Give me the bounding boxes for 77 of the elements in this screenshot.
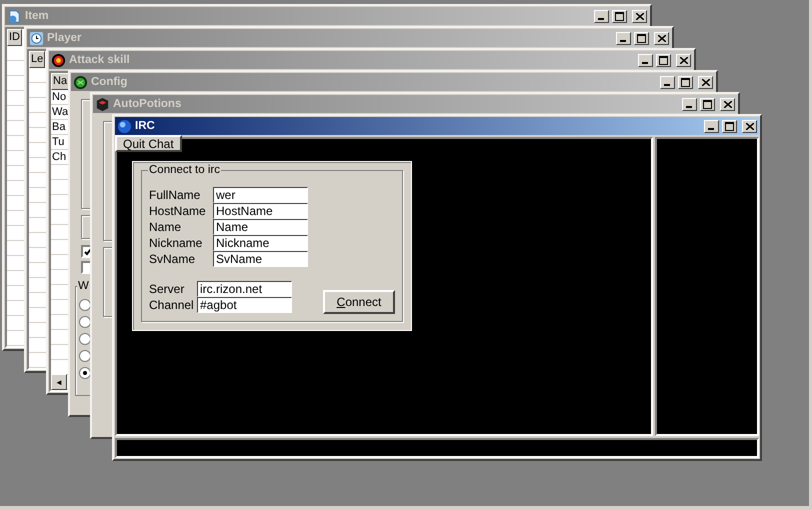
- list-item[interactable]: No: [51, 90, 66, 105]
- window-title: IRC: [135, 120, 156, 132]
- maximize-button[interactable]: [700, 98, 715, 110]
- message-input[interactable]: [115, 438, 759, 458]
- text-field[interactable]: #agbot: [197, 297, 292, 313]
- maximize-icon: [615, 12, 624, 20]
- group-label: W: [77, 280, 90, 292]
- connect-button[interactable]: Connect: [323, 290, 395, 314]
- close-icon: [680, 56, 688, 64]
- close-button[interactable]: [720, 98, 735, 110]
- text-field[interactable]: wer: [213, 187, 308, 203]
- column-header[interactable]: Na: [51, 73, 70, 90]
- maximize-icon: [703, 100, 712, 108]
- close-button[interactable]: [742, 120, 757, 132]
- minimize-button[interactable]: [638, 54, 653, 66]
- scroll-left-button[interactable]: ◄: [51, 374, 67, 390]
- list-item[interactable]: Tu: [51, 135, 64, 150]
- radio-button[interactable]: [79, 350, 91, 362]
- window-title: AutoPotions: [113, 98, 182, 110]
- list-item[interactable]: Ba: [51, 120, 66, 135]
- field-label: Channel: [149, 298, 195, 312]
- close-icon: [724, 100, 732, 108]
- window-title: Item: [25, 10, 50, 22]
- text-field[interactable]: Name: [213, 219, 308, 235]
- field-label: FullName: [149, 188, 202, 202]
- column-header[interactable]: ID: [7, 29, 22, 46]
- close-button[interactable]: [676, 54, 691, 66]
- target-icon: [51, 52, 66, 68]
- radio-button[interactable]: [79, 316, 91, 328]
- maximize-button[interactable]: [656, 54, 671, 66]
- emblem-icon: [73, 74, 88, 90]
- quit-chat-button[interactable]: Quit Chat: [115, 135, 182, 152]
- document-icon: [7, 8, 22, 24]
- text-field[interactable]: HostName: [213, 203, 308, 219]
- radio-dot: [83, 371, 87, 375]
- minimize-button[interactable]: [704, 120, 719, 132]
- column-header[interactable]: Le: [29, 51, 46, 68]
- group-label: Connect to irc: [148, 164, 221, 176]
- minimize-button[interactable]: [660, 76, 675, 88]
- field-label: Name: [149, 220, 182, 234]
- cube-icon: [95, 96, 110, 112]
- text-field[interactable]: irc.rizon.net: [197, 281, 292, 297]
- radio-button[interactable]: [79, 367, 91, 379]
- maximize-button[interactable]: [612, 10, 627, 22]
- close-button[interactable]: [698, 76, 713, 88]
- text-field[interactable]: Nickname: [213, 235, 308, 251]
- clock-icon: [29, 30, 44, 46]
- field-label: SvName: [149, 252, 196, 266]
- maximize-icon: [659, 56, 668, 64]
- close-button[interactable]: [632, 10, 647, 22]
- window-title: Attack skill: [69, 54, 131, 66]
- maximize-button[interactable]: [678, 76, 693, 88]
- text-field[interactable]: SvName: [213, 251, 308, 267]
- window-title: Player: [47, 32, 83, 44]
- field-label: Server: [149, 282, 186, 296]
- globe-icon: [117, 118, 132, 134]
- maximize-icon: [637, 34, 646, 42]
- field-label: Nickname: [149, 236, 204, 250]
- minimize-button[interactable]: [682, 98, 697, 110]
- minimize-button[interactable]: [594, 10, 609, 22]
- list-item[interactable]: Ch: [51, 150, 66, 165]
- window-title: Config: [91, 76, 128, 88]
- close-icon: [702, 78, 710, 86]
- maximize-button[interactable]: [722, 120, 737, 132]
- checkmark-icon: [84, 248, 92, 256]
- close-icon: [746, 122, 754, 130]
- radio-button[interactable]: [79, 299, 91, 311]
- minimize-button[interactable]: [616, 32, 631, 44]
- close-button[interactable]: [654, 32, 669, 44]
- maximize-button[interactable]: [634, 32, 649, 44]
- close-icon: [658, 34, 666, 42]
- radio-button[interactable]: [79, 333, 91, 345]
- list-item[interactable]: Wa: [51, 105, 68, 120]
- maximize-icon: [725, 122, 734, 130]
- close-icon: [636, 12, 644, 20]
- maximize-icon: [681, 78, 690, 86]
- field-label: HostName: [149, 204, 207, 218]
